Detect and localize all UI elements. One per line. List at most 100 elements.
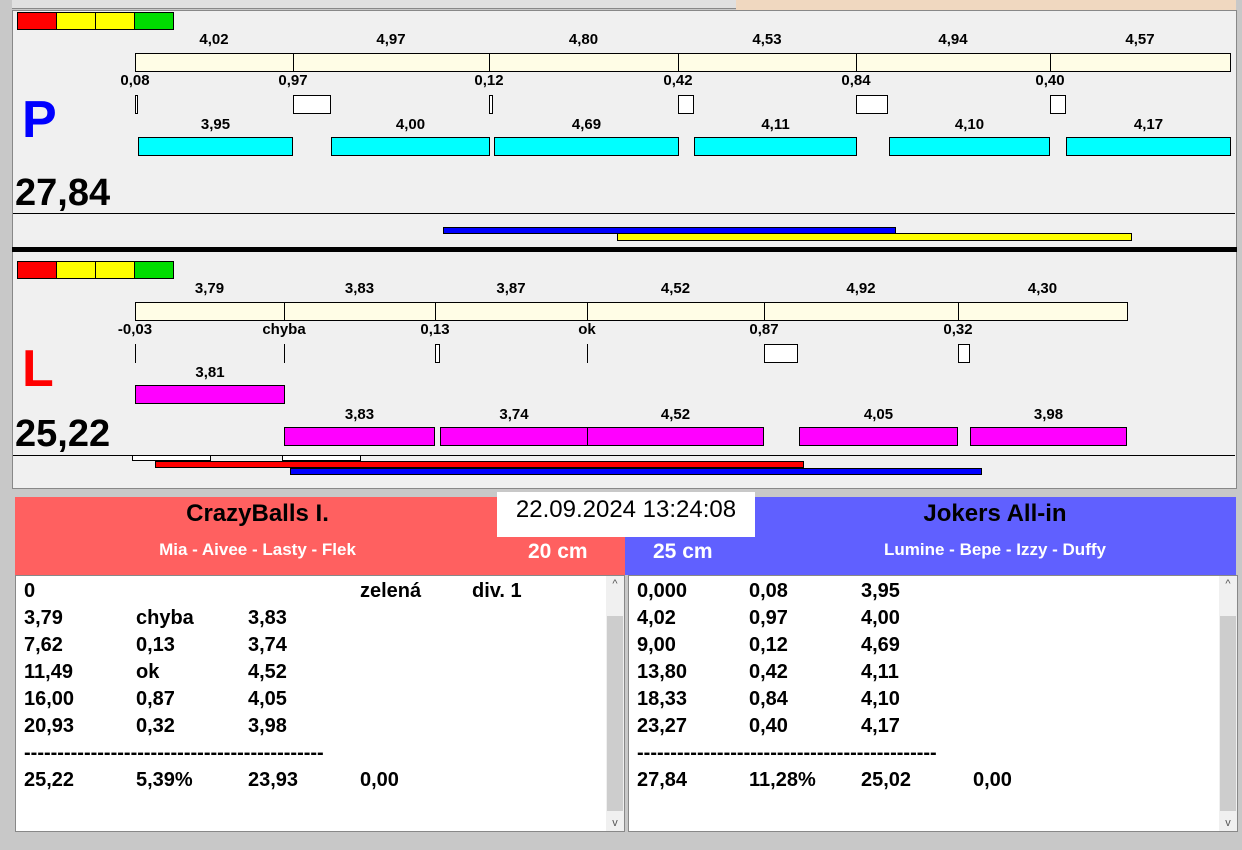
segment-label: 3,83 <box>344 280 375 297</box>
p-lane-letter: P <box>22 91 57 149</box>
segment-bar <box>284 302 436 321</box>
log-cell: 0,32 <box>136 715 175 737</box>
time-bar <box>889 137 1050 156</box>
gap-label: 0,87 <box>749 321 779 338</box>
status-light-yellow <box>95 12 135 30</box>
tab-strip[interactable] <box>12 0 736 9</box>
gap-label: 0,40 <box>1035 72 1065 89</box>
gap-label: 0,42 <box>663 72 693 89</box>
time-bar <box>440 427 588 446</box>
segment-bar <box>489 53 679 72</box>
log-cell: 0,13 <box>136 634 175 656</box>
log-cell: 3,83 <box>248 607 287 629</box>
right-team-name: Jokers All-in <box>923 500 1067 527</box>
segment-label: 3,87 <box>496 280 526 297</box>
time-label: 4,17 <box>1133 116 1164 133</box>
log-cell: div. 1 <box>472 580 522 602</box>
time-bar <box>970 427 1127 446</box>
log-cell: 4,52 <box>248 661 287 683</box>
log-cell: 4,69 <box>861 634 900 656</box>
l-lane-total: 25,22 <box>15 413 111 455</box>
log-cell: 7,62 <box>24 634 63 656</box>
log-cell: ----------------------------------------… <box>24 742 324 764</box>
log-cell: 3,98 <box>248 715 287 737</box>
segment-label: 4,97 <box>376 31 406 48</box>
segment-bar <box>678 53 857 72</box>
gap-box <box>764 344 798 363</box>
status-light-yellow <box>56 261 96 279</box>
gap-tick <box>284 344 285 363</box>
log-cell: 5,39% <box>136 769 193 791</box>
log-cell: 0,87 <box>136 688 175 710</box>
segment-bar <box>958 302 1128 321</box>
log-cell: 4,10 <box>861 688 900 710</box>
time-bar <box>135 385 285 404</box>
log-cell: 4,05 <box>248 688 287 710</box>
segment-bar <box>435 302 588 321</box>
log-cell: 0,42 <box>749 661 788 683</box>
segment-label: 4,92 <box>846 280 876 297</box>
gap-label: 0,08 <box>120 72 150 89</box>
status-light-yellow <box>56 12 96 30</box>
segment-label: 3,79 <box>194 280 225 297</box>
timeline-bar <box>617 233 1132 241</box>
left-log-textarea[interactable]: ^ v 0 zelená div. 1 3,79 chyba 3,83 7,62 0,13 3,7… <box>15 575 625 832</box>
time-bar <box>494 137 679 156</box>
segment-bar <box>587 302 765 321</box>
status-light-red <box>17 12 57 30</box>
log-cell: 23,27 <box>637 715 688 737</box>
log-cell: ok <box>136 661 160 683</box>
gap-label: 0,97 <box>278 72 308 89</box>
gap-tick <box>587 344 588 363</box>
segment-label: 4,52 <box>660 280 691 297</box>
right-team-players: Lumine - Bepe - Izzy - Duffy <box>884 540 1106 559</box>
left-log-scrollbar[interactable]: ^ v <box>606 576 624 831</box>
status-light-red <box>17 261 57 279</box>
log-cell: 25,22 <box>24 769 75 791</box>
time-label: 4,52 <box>660 406 691 423</box>
segment-label: 4,02 <box>199 31 229 48</box>
log-cell: 4,00 <box>861 607 900 629</box>
gap-box <box>856 95 888 114</box>
segment-bar <box>1050 53 1231 72</box>
right-log-textarea[interactable]: ^ v 0,000 0,08 3,95 4,02 0,97 4,00 9,00 0,12 4,69… <box>628 575 1238 832</box>
log-cell: 4,17 <box>861 715 900 737</box>
log-cell: 18,33 <box>637 688 688 710</box>
p-lane-total: 27,84 <box>15 172 111 214</box>
time-label: 4,11 <box>761 116 790 133</box>
log-cell: 4,02 <box>637 607 676 629</box>
log-cell: 3,79 <box>24 607 63 629</box>
l-lane-letter: L <box>22 340 54 398</box>
status-light-green <box>134 261 174 279</box>
log-cell: 0,40 <box>749 715 788 737</box>
gap-label: 0,13 <box>420 321 450 338</box>
log-cell: 0 <box>24 580 36 602</box>
time-label: 3,83 <box>344 406 375 423</box>
time-label: 3,81 <box>195 364 225 381</box>
time-label: 4,69 <box>571 116 602 133</box>
time-label: 3,98 <box>1033 406 1064 423</box>
log-cell: 0,84 <box>749 688 788 710</box>
log-cell: ----------------------------------------… <box>637 742 937 764</box>
segment-bar <box>135 302 285 321</box>
log-cell: 16,00 <box>24 688 75 710</box>
status-light-green <box>134 12 174 30</box>
log-cell: 23,93 <box>248 769 299 791</box>
log-cell: chyba <box>136 607 194 629</box>
datetime: 22.09.2024 13:24:08 <box>497 492 755 537</box>
segment-label: 4,53 <box>752 31 782 48</box>
time-bar <box>284 427 435 446</box>
log-cell: 3,95 <box>861 580 900 602</box>
right-log-scrollbar[interactable]: ^ v <box>1219 576 1237 831</box>
right-lane-size: 25 cm <box>653 540 713 563</box>
log-cell: 13,80 <box>637 661 688 683</box>
gap-label: -0,03 <box>117 321 153 338</box>
gap-box <box>678 95 694 114</box>
log-cell: 4,11 <box>861 661 899 683</box>
left-lane-size: 20 cm <box>528 540 588 563</box>
time-bar <box>587 427 764 446</box>
log-cell: 25,02 <box>861 769 912 791</box>
time-label: 3,74 <box>499 406 529 423</box>
gap-box <box>958 344 970 363</box>
time-label: 4,00 <box>395 116 426 133</box>
